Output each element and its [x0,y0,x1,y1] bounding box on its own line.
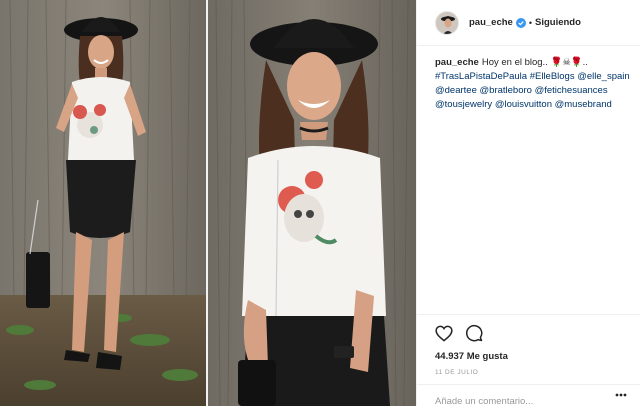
avatar-image [436,11,458,34]
mention-link[interactable]: @musebrand [555,99,612,110]
header-username[interactable]: pau_eche [469,17,513,28]
mention-link[interactable]: @elle_spain [577,71,629,82]
outfit-photo-left [0,0,206,406]
caption-username[interactable]: pau_eche [435,57,479,68]
mention-link[interactable]: @tousjewelry [435,99,492,110]
action-icons [435,323,623,343]
follow-separator: • [528,17,532,28]
mention-link[interactable]: @louisvuitton [495,99,552,110]
hashtag-link[interactable]: #ElleBlogs [530,71,575,82]
likes-count[interactable]: 44.937 Me gusta [435,351,623,362]
comment-section [417,384,640,406]
mention-link[interactable]: @deartee [435,85,477,96]
post-date: 11 DE JULIO [435,369,479,376]
mention-link[interactable]: @fetichesuances [535,85,608,96]
verified-badge-icon [515,17,526,28]
following-button[interactable]: Siguiendo [535,17,581,28]
caption-emojis: 🌹☠🌹.. [550,57,588,68]
comment-input[interactable] [435,396,605,406]
post-caption: pau_eche Hoy en el blog.. 🌹☠🌹.. #TrasLaPi… [435,56,631,112]
post-actions: 44.937 Me gusta 11 DE JULIO [417,314,640,376]
hashtag-link[interactable]: #TrasLaPistaDePaula [435,71,527,82]
mention-link[interactable]: @bratleboro [480,85,532,96]
outfit-photo-right [208,0,416,406]
post-header: pau_eche • Siguiendo [417,0,640,46]
photo-pane-left [0,0,206,406]
avatar[interactable] [435,10,459,35]
more-options-icon[interactable] [615,393,627,397]
post-photo[interactable] [0,0,416,406]
photo-pane-right [208,0,416,406]
heart-outline-icon[interactable] [435,325,453,342]
post-sidebar: pau_eche • Siguiendo pau_eche Hoy en el b… [416,0,640,406]
caption-text: Hoy en el blog.. [481,57,551,68]
comment-bubble-icon[interactable] [465,324,483,342]
